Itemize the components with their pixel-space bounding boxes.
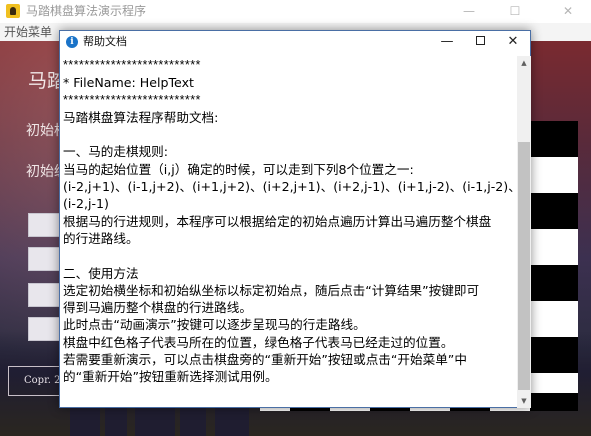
text-line: 得到马遍历整个棋盘的行进路线。 xyxy=(63,300,252,316)
main-minimize-button[interactable]: — xyxy=(446,0,492,23)
board-cell[interactable] xyxy=(530,265,578,301)
app-icon xyxy=(6,4,20,18)
text-line xyxy=(63,247,515,264)
text-line: 若需要重新演示，可以点击棋盘旁的“重新开始”按钮或点击“开始菜单”中 xyxy=(63,352,467,368)
text-line: * FileName: HelpText xyxy=(63,75,194,91)
main-titlebar: 马踏棋盘算法演示程序 — ☐ ✕ xyxy=(0,0,591,23)
help-maximize-button[interactable] xyxy=(463,31,497,53)
help-dialog: i 帮助文档 — ✕ ************************** * … xyxy=(59,30,531,408)
help-minimize-button[interactable]: — xyxy=(430,31,464,53)
scroll-up-icon[interactable]: ▲ xyxy=(517,56,531,70)
main-maximize-button[interactable]: ☐ xyxy=(492,0,538,23)
text-line: (i-2,j-1) xyxy=(63,196,109,212)
help-titlebar[interactable]: i 帮助文档 — ✕ xyxy=(60,31,530,53)
text-line: 的行进路线。 xyxy=(63,230,139,246)
text-line: 马踏棋盘算法程序帮助文档: xyxy=(63,109,219,125)
text-line: 的“重新开始”按钮重新选择测试用例。 xyxy=(63,369,278,385)
board-cell[interactable] xyxy=(530,301,578,337)
board-cell[interactable] xyxy=(530,337,578,373)
text-line: (i-2,j+1)、(i-1,j+2)、(i+1,j+2)、(i+2,j+1)、… xyxy=(63,179,515,195)
info-icon: i xyxy=(66,36,78,48)
text-line: 一、马的走棋规则: xyxy=(63,144,168,160)
text-line: ************************** xyxy=(63,92,201,107)
help-dialog-title: 帮助文档 xyxy=(83,35,127,48)
board-cell[interactable] xyxy=(530,157,578,193)
text-line: 根据马的行进规则，本程序可以根据给定的初始点遍历计算出马遍历整个棋盘 xyxy=(63,213,492,229)
text-line: 选定初始横坐标和初始纵坐标以标定初始点，随后点击“计算结果”按键即可 xyxy=(63,282,480,298)
main-close-button[interactable]: ✕ xyxy=(545,0,591,23)
main-window-title: 马踏棋盘算法演示程序 xyxy=(26,4,147,18)
board-cell[interactable] xyxy=(530,193,578,229)
maximize-icon xyxy=(475,36,485,45)
board-cell[interactable] xyxy=(530,229,578,265)
text-line xyxy=(63,126,515,143)
text-line: 棋盘中红色格子代表马所在的位置，绿色格子代表马已经走过的位置。 xyxy=(63,334,454,350)
text-line: 此时点击“动画演示”按键可以逐步呈现马的行走路线。 xyxy=(63,317,366,333)
board-cell[interactable] xyxy=(530,121,578,157)
scroll-thumb[interactable] xyxy=(518,142,530,390)
text-line: 当马的起始位置（i,j）确定的时候，可以走到下列8个位置之一: xyxy=(63,161,414,177)
scroll-down-icon[interactable]: ▼ xyxy=(517,394,531,408)
text-line: 二、使用方法 xyxy=(63,265,139,281)
vertical-scrollbar[interactable]: ▲ ▼ xyxy=(517,56,531,408)
menu-start[interactable]: 开始菜单 xyxy=(4,23,52,41)
text-line: ************************** xyxy=(63,58,201,72)
chessboard xyxy=(530,121,578,411)
help-close-button[interactable]: ✕ xyxy=(496,31,530,53)
help-text-area[interactable]: ************************** * FileName: H… xyxy=(62,56,515,403)
